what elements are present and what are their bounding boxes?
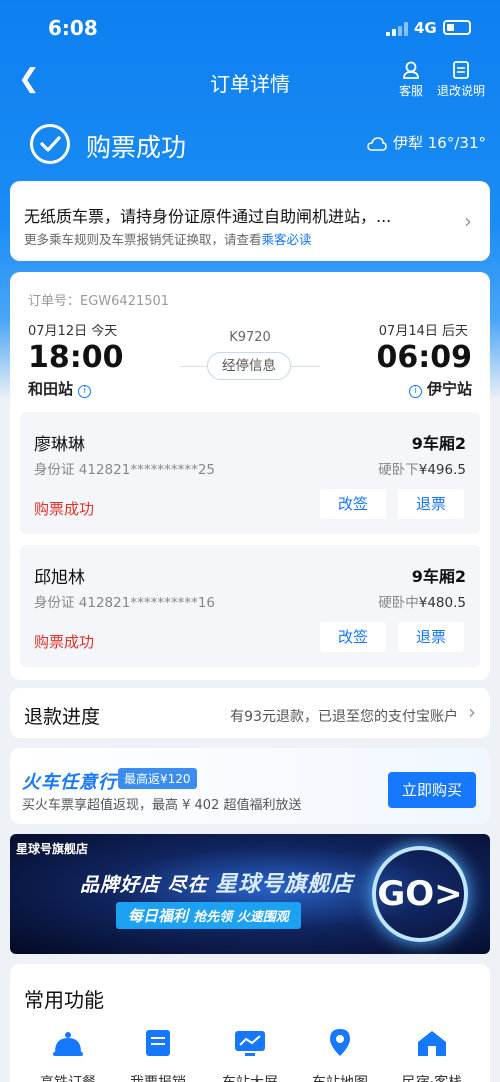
function-label: 我要报销 xyxy=(110,1072,206,1082)
depart-time: 18:00 xyxy=(28,340,124,375)
function-label: 高铁订餐 xyxy=(20,1072,116,1082)
customer-service-button[interactable]: 客服 xyxy=(386,60,436,99)
function-homestay[interactable]: 民宿·客栈 xyxy=(384,1028,480,1082)
refund-rules-button[interactable]: 退改说明 xyxy=(436,60,486,99)
promo-subtitle: 买火车票享超值返现，最高 ¥ 402 超值福利放送 xyxy=(22,798,302,813)
signal-icon xyxy=(386,22,408,36)
cloche-icon xyxy=(53,1032,83,1056)
order-number: 订单号：EGW6421501 xyxy=(28,294,170,309)
order-card: 订单号：EGW6421501 07月12日 今天 18:00 和田站 i K97… xyxy=(10,272,490,680)
network-label: 4G xyxy=(414,19,437,37)
passenger-seat-price: 硬卧中¥480.5 xyxy=(378,595,466,611)
status-bar: 6:08 4G xyxy=(0,14,500,44)
change-ticket-button[interactable]: 改签 xyxy=(320,622,386,652)
customer-service-label: 客服 xyxy=(398,84,423,98)
info-icon: i xyxy=(78,385,92,398)
banner-headline: 品牌好店 尽在 星球号旗舰店 xyxy=(80,872,354,897)
notice-card[interactable]: 无纸质车票，请持身份证原件通过自助闸机进站，... 更多乘车规则及车票报销凭证换… xyxy=(10,181,490,261)
success-text: 购票成功 xyxy=(86,133,187,162)
notice-line2: 更多乘车规则及车票报销凭证换取，请查看乘客必读 xyxy=(24,232,312,247)
promo-title: 火车任意行 xyxy=(22,772,117,793)
status-time: 6:08 xyxy=(48,16,98,40)
cloud-icon xyxy=(367,136,387,151)
passenger-seat-price: 硬卧下¥496.5 xyxy=(378,462,466,478)
passenger-id: 身份证 412821**********16 xyxy=(34,595,216,611)
chevron-right-icon: › xyxy=(468,700,476,724)
battery-icon xyxy=(443,20,471,35)
banner-go-button[interactable]: GO> xyxy=(372,846,468,942)
function-station-screen[interactable]: 车站大屏 xyxy=(202,1028,298,1082)
check-icon xyxy=(30,124,70,164)
screen-icon xyxy=(235,1031,265,1056)
chevron-right-icon: › xyxy=(464,209,472,233)
arrive-station[interactable]: i 伊宁站 xyxy=(408,378,472,399)
function-label: 车站地图 xyxy=(292,1072,388,1082)
function-station-map[interactable]: 车站地图 xyxy=(292,1028,388,1082)
passenger-status: 购票成功 xyxy=(34,500,95,518)
function-label: 民宿·客栈 xyxy=(384,1072,480,1082)
passenger-car: 9车厢2 xyxy=(411,567,466,586)
map-pin-icon xyxy=(330,1029,350,1056)
passenger-card: 廖琳琳 9车厢2 身份证 412821**********25 硬卧下¥496.… xyxy=(20,412,480,534)
nav-bar: ❮ 订单详情 客服 退改说明 xyxy=(0,60,500,100)
refund-title: 退款进度 xyxy=(24,706,101,728)
refund-detail: 有93元退款，已退至您的支付宝账户 xyxy=(230,709,458,725)
info-icon: i xyxy=(408,385,422,398)
passenger-car: 9车厢2 xyxy=(411,434,466,453)
weather-text: 伊犁 16°/31° xyxy=(393,134,486,152)
arrive-time: 06:09 xyxy=(376,340,473,375)
refund-progress-card[interactable]: 退款进度 有93元退款，已退至您的支付宝账户 › xyxy=(10,688,490,738)
passenger-status: 购票成功 xyxy=(34,633,95,651)
promo-card[interactable]: 火车任意行 最高返¥120 买火车票享超值返现，最高 ¥ 402 超值福利放送 … xyxy=(10,748,490,824)
change-ticket-button[interactable]: 改签 xyxy=(320,489,386,519)
passenger-card: 邱旭林 9车厢2 身份证 412821**********16 硬卧中¥480.… xyxy=(20,545,480,667)
refund-rules-label: 退改说明 xyxy=(436,84,485,98)
promo-tag: 最高返¥120 xyxy=(118,768,197,789)
notice-line1: 无纸质车票，请持身份证原件通过自助闸机进站，... xyxy=(24,207,392,226)
refund-ticket-button[interactable]: 退票 xyxy=(398,489,464,519)
document-icon xyxy=(453,61,469,79)
headset-icon xyxy=(403,61,419,79)
refund-ticket-button[interactable]: 退票 xyxy=(398,622,464,652)
arrive-date: 07月14日 后天 xyxy=(378,324,468,339)
banner-shop: 星球号旗舰店 xyxy=(16,842,89,856)
buy-now-button[interactable]: 立即购买 xyxy=(388,772,476,808)
function-label: 车站大屏 xyxy=(202,1072,298,1082)
function-reimburse[interactable]: 我要报销 xyxy=(110,1028,206,1082)
functions-title: 常用功能 xyxy=(24,988,104,1012)
house-icon xyxy=(418,1031,446,1056)
ad-banner[interactable]: 星球号旗舰店 品牌好店 尽在 星球号旗舰店 每日福利 抢先领 火速围观 GO> xyxy=(10,834,490,954)
passenger-id: 身份证 412821**********25 xyxy=(34,462,216,478)
receipt-icon xyxy=(146,1030,170,1056)
passenger-name: 廖琳琳 xyxy=(34,435,85,455)
banner-subline: 每日福利 抢先领 火速围观 xyxy=(116,902,301,929)
function-meal[interactable]: 高铁订餐 xyxy=(20,1028,116,1082)
common-functions-card: 常用功能 高铁订餐 我要报销 车站大屏 车站地图 民宿·客栈 xyxy=(10,964,490,1082)
passenger-guide-link[interactable]: 乘客必读 xyxy=(262,232,312,247)
depart-station[interactable]: 和田站 i xyxy=(28,378,92,399)
weather: 伊犁 16°/31° xyxy=(367,132,486,153)
passenger-name: 邱旭林 xyxy=(34,568,85,588)
stops-info-button[interactable]: 经停信息 xyxy=(207,352,291,380)
